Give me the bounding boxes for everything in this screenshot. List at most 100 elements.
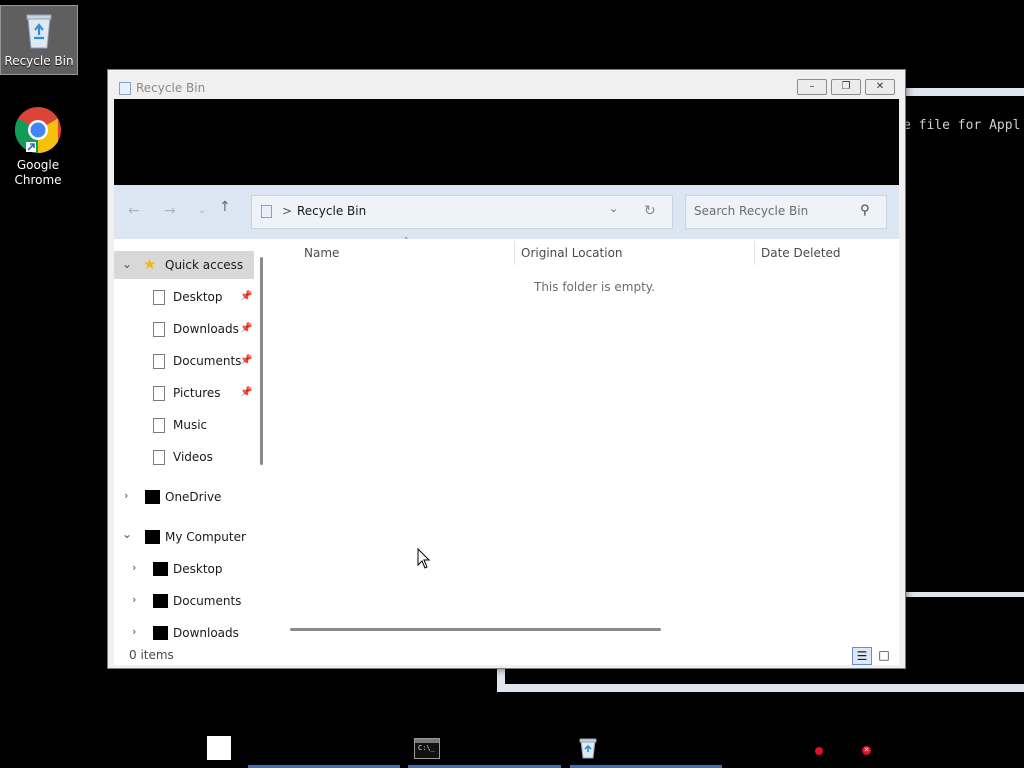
sidebar-item-label: OneDrive	[165, 490, 222, 504]
search-box[interactable]: Search Recycle Bin ⚲	[685, 195, 887, 229]
ribbon-area	[114, 99, 899, 185]
column-header-date-deleted[interactable]: Date Deleted	[761, 239, 891, 265]
address-dropdown-chevron-icon[interactable]: ⌄	[609, 202, 618, 215]
mouse-cursor-icon	[417, 548, 431, 569]
pin-icon: 📌	[240, 323, 253, 334]
pin-icon: 📌	[240, 355, 253, 366]
chevron-right-icon[interactable]: ›	[132, 561, 136, 574]
sidebar-item-label: Pictures	[173, 386, 221, 400]
desktop-icon-google-chrome[interactable]: Google Chrome	[3, 106, 73, 188]
chrome-icon	[15, 107, 61, 153]
refresh-icon[interactable]: ↻	[644, 203, 656, 219]
column-header-label: Name	[304, 246, 340, 260]
close-button[interactable]: ✕	[865, 79, 895, 95]
sidebar-item-quick-access[interactable]: ⌄ ★ Quick access	[114, 251, 254, 279]
chevron-right-icon[interactable]: ›	[132, 625, 136, 638]
pin-icon: 📌	[240, 291, 253, 302]
minimize-button[interactable]: –	[797, 79, 827, 95]
address-bar[interactable]: > Recycle Bin ⌄ ↻	[251, 195, 673, 229]
column-divider[interactable]	[514, 241, 515, 265]
minimize-icon: –	[809, 81, 815, 92]
sidebar-item-onedrive[interactable]: › OneDrive	[114, 483, 254, 511]
recycle-bin-icon	[26, 14, 52, 49]
maximize-button[interactable]: ❐	[831, 79, 861, 95]
chevron-right-icon[interactable]: ›	[132, 593, 136, 606]
desktop-icon-label: Recycle Bin	[4, 54, 74, 68]
explorer-window[interactable]: Recycle Bin – ❐ ✕ ← → ⌄ ↑ > Recycle Bin …	[107, 69, 906, 669]
sidebar-item-computer-documents[interactable]: › Documents	[114, 587, 254, 615]
search-icon[interactable]: ⚲	[860, 203, 870, 218]
sidebar-item-label: Quick access	[165, 258, 244, 272]
document-icon	[153, 354, 165, 369]
tray-error-icon[interactable]: ✕	[862, 746, 871, 755]
document-icon	[153, 450, 165, 465]
restore-icon: ❐	[841, 81, 851, 92]
window-title: Recycle Bin	[136, 81, 206, 95]
details-view-icon[interactable]: ☰	[852, 647, 872, 665]
forward-arrow-icon[interactable]: →	[164, 203, 176, 219]
console-text: e file for Appl	[903, 118, 1021, 133]
computer-icon	[145, 530, 160, 544]
sidebar-item-videos[interactable]: Videos	[114, 443, 254, 471]
document-icon	[153, 322, 165, 337]
breadcrumb-separator: >	[282, 204, 293, 218]
taskbar-app-recycle-bin[interactable]	[578, 737, 598, 759]
document-icon	[153, 418, 165, 433]
chevron-right-icon[interactable]: ›	[124, 489, 128, 502]
taskbar-app-blank[interactable]	[207, 736, 231, 760]
chevron-down-icon[interactable]: ⌄	[122, 527, 132, 541]
recycle-bin-icon	[119, 82, 131, 95]
sidebar-item-label: Downloads	[173, 322, 239, 336]
horizontal-scrollbar[interactable]	[290, 628, 661, 631]
recycle-bin-icon	[579, 738, 597, 759]
console-icon	[415, 739, 439, 743]
console-prompt-icon: C:\_	[418, 744, 435, 752]
back-arrow-icon[interactable]: ←	[128, 203, 140, 219]
sidebar-item-downloads[interactable]: Downloads 📌	[114, 315, 254, 343]
sidebar-item-label: Desktop	[173, 562, 223, 576]
document-icon	[153, 386, 165, 401]
sort-arrow-icon: ˄	[404, 237, 409, 247]
sidebar-item-computer-downloads[interactable]: › Downloads	[114, 619, 254, 643]
recycle-bin-icon	[261, 205, 272, 218]
empty-folder-message: This folder is empty.	[534, 280, 655, 294]
column-header-label: Original Location	[521, 246, 623, 260]
column-header-label: Date Deleted	[761, 246, 841, 260]
sidebar-item-desktop[interactable]: Desktop 📌	[114, 283, 254, 311]
sidebar-item-music[interactable]: Music	[114, 411, 254, 439]
sidebar-scrollbar[interactable]	[260, 257, 263, 465]
star-icon: ★	[143, 255, 157, 273]
column-divider[interactable]	[754, 241, 755, 265]
sidebar-item-my-computer[interactable]: ⌄ My Computer	[114, 523, 254, 551]
folder-icon	[153, 594, 168, 608]
up-arrow-icon[interactable]: ↑	[219, 199, 231, 215]
chevron-down-icon[interactable]: ⌄	[122, 257, 132, 271]
sidebar-item-computer-desktop[interactable]: › Desktop	[114, 555, 254, 583]
sidebar-item-label: My Computer	[165, 530, 246, 544]
sidebar-item-label: Desktop	[173, 290, 223, 304]
taskbar-app-console[interactable]: C:\_	[414, 738, 440, 759]
close-icon: ✕	[875, 81, 885, 92]
breadcrumb-recycle-bin[interactable]: Recycle Bin	[297, 204, 366, 218]
content-area: ⌄ ★ Quick access Desktop 📌 Downloads 📌 D…	[114, 237, 899, 645]
large-icons-view-icon[interactable]: □	[875, 647, 893, 663]
folder-icon	[153, 562, 168, 576]
pin-icon: 📌	[240, 387, 253, 398]
sidebar-item-label: Documents	[173, 354, 242, 368]
recent-chevron-down-icon[interactable]: ⌄	[198, 205, 206, 216]
navigation-bar: ← → ⌄ ↑ > Recycle Bin ⌄ ↻ Search Recycle…	[114, 185, 899, 239]
desktop-icon-label: Google Chrome	[14, 158, 62, 187]
desktop-icon-recycle-bin[interactable]: Recycle Bin	[0, 5, 78, 75]
navigation-pane: ⌄ ★ Quick access Desktop 📌 Downloads 📌 D…	[114, 239, 263, 645]
sidebar-item-pictures[interactable]: Pictures 📌	[114, 379, 254, 407]
onedrive-icon	[145, 490, 160, 504]
column-header-name[interactable]: Name ˄	[304, 237, 514, 265]
title-bar[interactable]: Recycle Bin – ❐ ✕	[108, 70, 905, 100]
sidebar-item-label: Downloads	[173, 626, 239, 640]
tray-record-icon[interactable]	[815, 747, 823, 755]
sidebar-item-label: Music	[173, 418, 208, 432]
column-header-original-location[interactable]: Original Location	[521, 239, 753, 265]
sidebar-item-label: Videos	[173, 450, 213, 464]
search-input[interactable]: Search Recycle Bin	[694, 204, 808, 218]
sidebar-item-documents[interactable]: Documents 📌	[114, 347, 254, 375]
